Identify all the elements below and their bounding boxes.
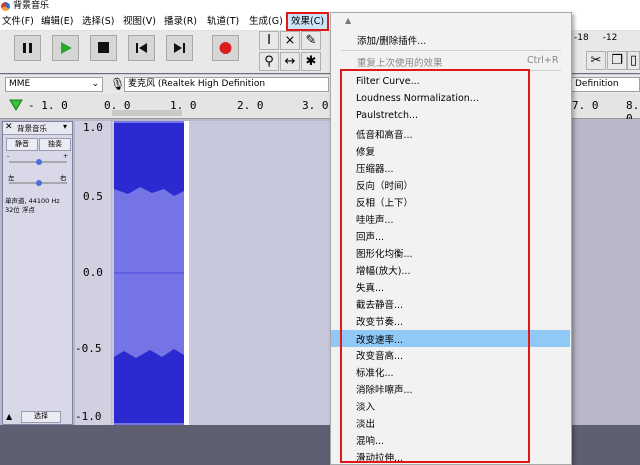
envelope-icon: ⨯ [284, 33, 296, 48]
y-tick: 0.5 [83, 190, 103, 203]
svg-text:-: - [7, 153, 9, 160]
svg-text:+: + [63, 153, 68, 160]
ruler-tick: 2. 0 [237, 99, 264, 112]
pause-icon [23, 43, 32, 53]
selection-bar [112, 110, 182, 116]
menu-edit[interactable]: 编辑(E) [41, 13, 73, 30]
menu-generate[interactable]: 生成(G) [249, 13, 283, 30]
meter-tick: -12 [602, 33, 618, 43]
track-name: 背景音乐 [17, 124, 47, 133]
collapse-icon[interactable]: ▲ [6, 412, 12, 421]
microphone-icon: 🎙 [110, 77, 126, 91]
menu-effect[interactable]: 效果(C) [286, 12, 330, 31]
track-info: 单声道, 44100 Hz 32位 浮点 [5, 197, 60, 215]
annotation-highlight-box [340, 69, 530, 463]
pause-button[interactable] [14, 35, 41, 61]
ruler-tick: - 1. 0 [28, 99, 68, 112]
play-head-triangle-icon [9, 99, 23, 111]
menu-divider [341, 50, 561, 51]
multi-tool[interactable]: ✱ [301, 52, 321, 71]
audio-host-value: MME [9, 79, 31, 89]
playback-device-value: Definition [575, 79, 619, 89]
select-track-button[interactable]: 选择 [21, 411, 61, 423]
stop-button[interactable] [90, 35, 117, 61]
pencil-icon: ✎ [305, 33, 317, 48]
track-bitdepth: 32位 浮点 [5, 206, 35, 214]
menu-item-repeat-last-effect: 重复上次使用的效果 [357, 58, 443, 69]
draw-tool[interactable]: ✎ [301, 31, 321, 50]
app-icon [1, 2, 10, 11]
y-tick: -1.0 [75, 410, 102, 423]
clip-edge [184, 121, 189, 425]
skip-end-icon [174, 43, 185, 53]
shortcut-label: Ctrl+R [527, 55, 559, 66]
ruler-tick: 3. 0 [302, 99, 329, 112]
waveform [114, 121, 184, 425]
meter-scale: -18 -12 [574, 33, 617, 43]
play-button[interactable] [52, 35, 79, 61]
amplitude-scale: 1.0 0.5 0.0 -0.5 -1.0 [75, 121, 111, 425]
y-tick: 1.0 [83, 121, 103, 134]
y-tick: -0.5 [75, 342, 102, 355]
recording-device-select[interactable]: 麦克风 (Realtek High Definition [124, 77, 329, 92]
close-icon[interactable]: ✕ [5, 122, 13, 132]
envelope-tool[interactable]: ⨯ [280, 31, 300, 50]
timeshift-tool[interactable]: ↔ [280, 52, 300, 71]
zoom-tool[interactable]: ⚲ [259, 52, 279, 71]
audio-host-select[interactable]: MME ⌄ [5, 77, 103, 92]
copy-button[interactable]: ❐ [607, 51, 627, 70]
mute-button[interactable]: 静音 [6, 138, 38, 151]
recording-device-value: 麦克风 (Realtek High Definition [128, 79, 266, 89]
paste-icon: ▯ [629, 53, 638, 68]
menu-file[interactable]: 文件(F) [2, 13, 34, 30]
chevron-down-icon: ▾ [63, 122, 68, 131]
menu-record[interactable]: 播录(R) [164, 13, 197, 30]
menu-select[interactable]: 选择(S) [82, 13, 114, 30]
ibeam-icon: I [267, 33, 271, 48]
skip-to-end-button[interactable] [166, 35, 193, 61]
track-header[interactable]: ✕ 背景音乐 ▾ [3, 122, 72, 135]
playback-device-select[interactable]: Definition [572, 77, 640, 92]
scroll-up-icon[interactable]: ▲ [345, 16, 351, 25]
scissors-icon: ✂ [590, 53, 602, 68]
chevron-down-icon: ⌄ [91, 79, 99, 89]
skip-to-start-button[interactable] [128, 35, 155, 61]
gain-slider[interactable]: - + [7, 152, 69, 166]
play-icon [61, 42, 72, 54]
menu-track[interactable]: 轨道(T) [207, 13, 239, 30]
menu-view[interactable]: 视图(V) [123, 13, 156, 30]
track-format: 单声道, 44100 Hz [5, 197, 60, 205]
track-control-panel: ✕ 背景音乐 ▾ 静音 独奏 - + 左 右 单声道, 44100 Hz 32位 … [2, 121, 73, 425]
selection-tool[interactable]: I [259, 31, 279, 50]
paste-button[interactable]: ▯ [627, 51, 640, 70]
meter-tick: -18 [574, 33, 589, 43]
solo-button[interactable]: 独奏 [39, 138, 71, 151]
asterisk-icon: ✱ [305, 54, 317, 69]
window-title: 背景音乐 [13, 1, 50, 11]
copy-icon: ❐ [611, 53, 623, 68]
cut-button[interactable]: ✂ [586, 51, 606, 70]
double-arrow-icon: ↔ [284, 54, 296, 69]
record-button[interactable] [212, 35, 239, 61]
menu-item-add-remove-plugins[interactable]: 添加/删除插件... [357, 33, 426, 47]
stop-icon [98, 42, 109, 53]
ruler-tick: 7. 0 [572, 99, 599, 112]
skip-start-icon [136, 43, 147, 53]
record-icon [219, 42, 232, 54]
pan-slider[interactable] [7, 178, 69, 188]
zoom-icon: ⚲ [264, 54, 274, 69]
y-tick: 0.0 [83, 266, 103, 279]
